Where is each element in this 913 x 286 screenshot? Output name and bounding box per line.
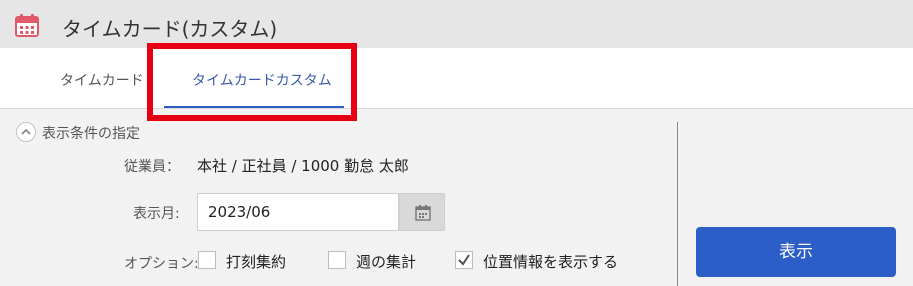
option-label-weekly: 週の集計 <box>356 253 417 271</box>
calendar-button[interactable] <box>399 193 445 231</box>
option-checkbox-punch[interactable] <box>198 251 216 269</box>
title-bar: タイムカード(カスタム) <box>0 0 913 48</box>
tab-bar: タイムカード タイムカードカスタム <box>0 48 913 109</box>
option-checkbox-location[interactable] <box>455 251 473 269</box>
divider <box>677 122 678 286</box>
page-title: タイムカード(カスタム) <box>62 17 278 41</box>
show-button[interactable]: 表示 <box>696 227 896 277</box>
highlight-box <box>147 43 357 121</box>
option-label-punch: 打刻集約 <box>226 253 287 271</box>
calendar-icon <box>14 12 40 38</box>
check-icon <box>458 254 470 266</box>
chevron-up-icon <box>21 128 31 135</box>
month-label: 表示月: <box>133 206 180 222</box>
calendar-icon <box>415 205 431 221</box>
tab-timecard[interactable]: タイムカード <box>60 70 144 90</box>
collapse-toggle[interactable] <box>16 122 36 142</box>
section-title: 表示条件の指定 <box>42 126 140 142</box>
option-checkbox-weekly[interactable] <box>328 251 346 269</box>
option-label-location: 位置情報を表示する <box>483 253 619 271</box>
options-label: オプション: <box>124 256 199 272</box>
month-input[interactable]: 2023/06 <box>197 193 399 231</box>
employee-value: 本社 / 正社員 / 1000 勤怠 太郎 <box>197 157 409 175</box>
employee-label: 従業員： <box>124 159 180 175</box>
